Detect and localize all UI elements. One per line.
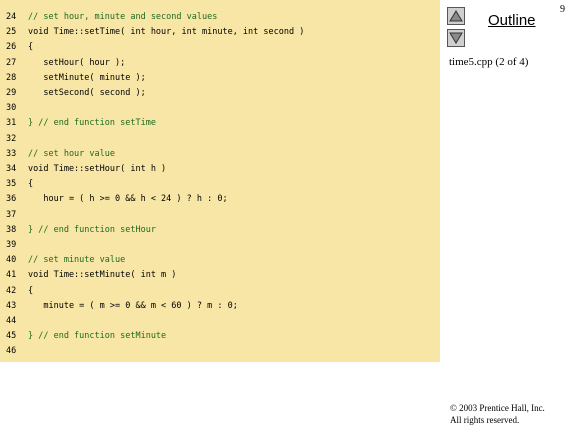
code-text: setMinute( minute );: [28, 72, 146, 83]
line-number: 24: [6, 12, 17, 22]
line-number: 42: [6, 285, 17, 296]
line-number: 35: [6, 179, 17, 190]
line-number: 45: [6, 331, 17, 342]
line-number: 36: [6, 194, 17, 205]
code-text: } // end function setHour: [28, 224, 156, 235]
line-number: 30: [6, 103, 17, 114]
copyright-line-1: © 2003 Prentice Hall, Inc.: [450, 403, 545, 413]
code-text: // set hour value: [28, 148, 115, 159]
code-text: // set minute value: [28, 255, 126, 266]
code-text: setHour( hour );: [28, 57, 126, 68]
code-text: hour = ( h >= 0 && h < 24 ) ? h : 0;: [28, 194, 228, 205]
slide-page-number: 9: [560, 4, 565, 15]
copyright-notice: © 2003 Prentice Hall, Inc. All rights re…: [450, 402, 545, 426]
copyright-line-2: All rights reserved.: [450, 415, 520, 425]
triangle-down-icon: [449, 32, 463, 44]
line-number: 37: [6, 209, 17, 220]
code-text: {: [28, 285, 34, 296]
file-label: time5.cpp (2 of 4): [449, 56, 529, 68]
line-number: 39: [6, 240, 17, 250]
next-slide-button[interactable]: [447, 29, 465, 47]
code-text: void Time::setTime( int hour, int minute…: [28, 27, 305, 38]
line-number: 32: [6, 133, 17, 144]
code-text: // set hour, minute and second values: [28, 12, 218, 22]
line-number: 26: [6, 42, 17, 53]
line-number: 29: [6, 88, 17, 98]
line-number: 40: [6, 255, 17, 266]
code-text: setSecond( second );: [28, 88, 146, 98]
line-number: 43: [6, 300, 17, 311]
triangle-up-icon: [449, 10, 463, 22]
previous-slide-button[interactable]: [447, 7, 465, 25]
line-number: 46: [6, 346, 17, 357]
line-number: 28: [6, 72, 17, 83]
line-number: 41: [6, 270, 17, 281]
code-text: {: [28, 42, 34, 53]
code-text: void Time::setHour( int h ): [28, 164, 167, 174]
line-number: 31: [6, 118, 17, 129]
code-text: minute = ( m >= 0 && m < 60 ) ? m : 0;: [28, 300, 238, 311]
code-text: } // end function setMinute: [28, 331, 167, 342]
code-text: {: [28, 179, 34, 190]
line-number: 25: [6, 27, 17, 38]
line-number: 27: [6, 57, 17, 68]
code-text: void Time::setMinute( int m ): [28, 270, 177, 281]
line-number: 44: [6, 316, 17, 326]
code-text: } // end function setTime: [28, 118, 156, 129]
outline-link[interactable]: Outline: [488, 12, 536, 29]
line-number: 34: [6, 164, 17, 174]
code-panel: 24 // set hour, minute and second values 2…: [0, 0, 440, 362]
line-number: 33: [6, 148, 17, 159]
line-number: 38: [6, 224, 17, 235]
